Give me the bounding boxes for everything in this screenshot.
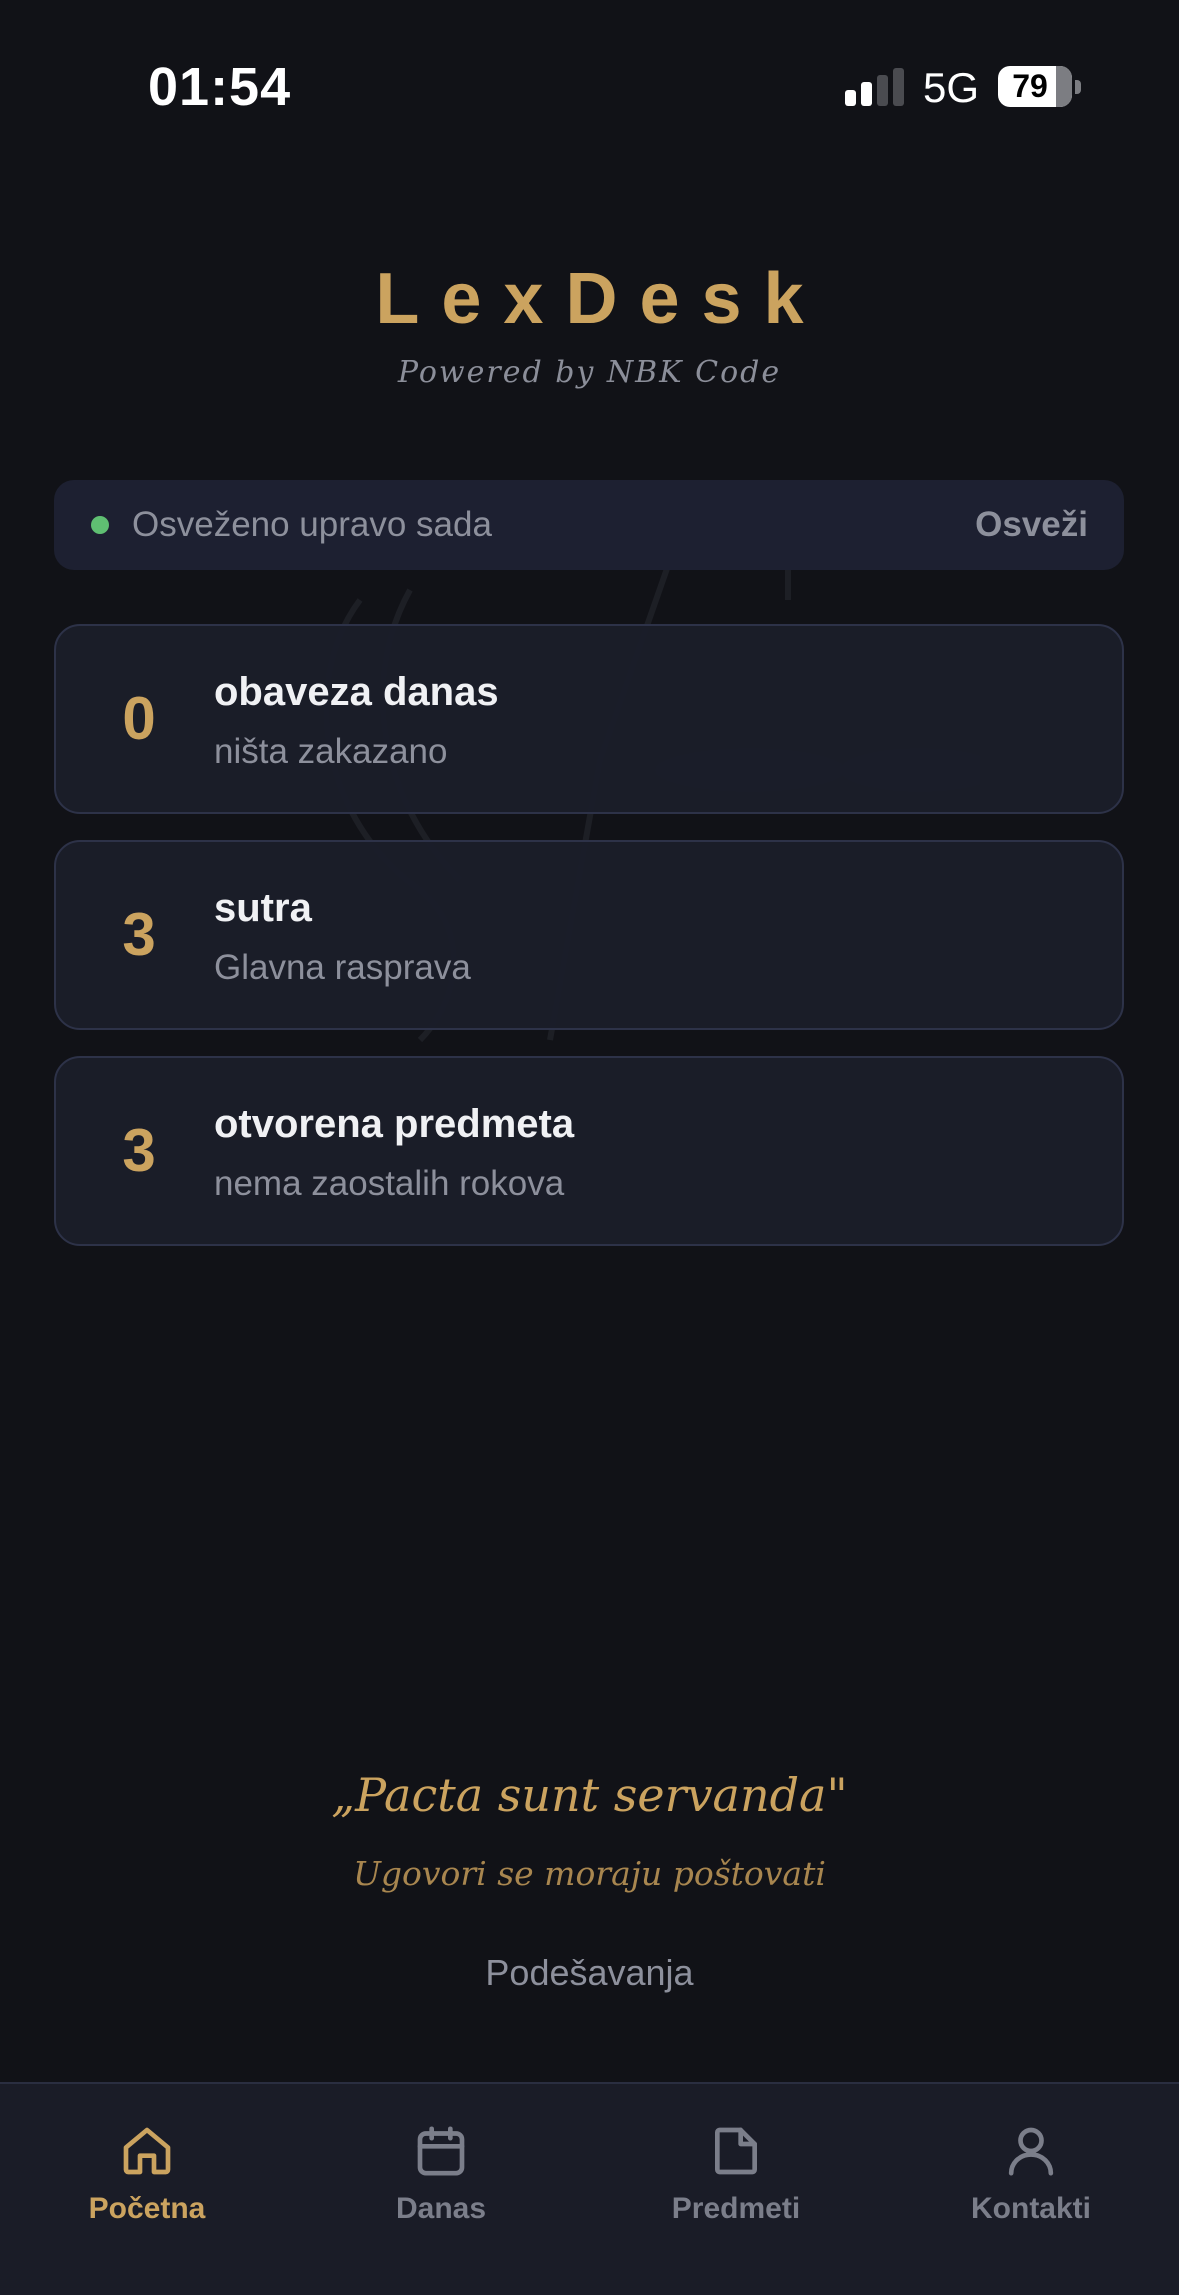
nav-tab-danas[interactable]: Danas — [294, 2084, 588, 2244]
battery-tip — [1075, 80, 1081, 94]
person-icon — [1008, 2127, 1054, 2176]
nav-tab-kontakti[interactable]: Kontakti — [884, 2084, 1178, 2244]
latin-quote: „Pacta sunt servanda" — [331, 1768, 848, 1822]
open-cases-card[interactable]: 3 otvorena predmeta nema zaostalih rokov… — [54, 1056, 1124, 1246]
card-subtitle: nema zaostalih rokova — [214, 1164, 565, 1203]
tomorrow-card[interactable]: 3 sutra Glavna rasprava — [54, 840, 1124, 1030]
card-title: otvorena predmeta — [214, 1102, 575, 1146]
status-time: 01:54 — [148, 57, 292, 117]
nav-label: Kontakti — [971, 2192, 1091, 2225]
card-title: sutra — [214, 886, 312, 930]
nav-label: Početna — [88, 2192, 206, 2225]
app-subtitle: Powered by NBK Code — [397, 355, 782, 390]
document-icon — [715, 2127, 757, 2175]
nav-label: Predmeti — [671, 2192, 801, 2225]
battery-level: 79 — [1012, 68, 1048, 104]
bottom-navigation: Početna Danas Predmeti Kontakti — [0, 2082, 1179, 2295]
calendar-icon — [417, 2126, 465, 2176]
app-title: LexDesk — [375, 259, 826, 339]
refresh-button[interactable]: Osveži — [975, 480, 1088, 570]
today-obligations-card[interactable]: 0 obaveza danas ništa zakazano — [54, 624, 1124, 814]
home-icon — [123, 2127, 171, 2175]
status-dot-icon — [91, 516, 109, 534]
settings-link[interactable]: Podešavanja — [0, 1952, 1179, 1994]
card-count: 3 — [122, 901, 156, 968]
nav-label: Danas — [395, 2192, 487, 2225]
card-subtitle: Glavna rasprava — [214, 948, 471, 987]
refresh-status: Osveženo upravo sada — [132, 505, 492, 544]
card-subtitle: ništa zakazano — [214, 732, 448, 771]
nav-tab-pocetna[interactable]: Početna — [0, 2084, 294, 2244]
status-bar: 01:54 5G 79 — [0, 0, 1179, 175]
card-title: obaveza danas — [214, 670, 499, 714]
network-type: 5G — [923, 64, 980, 111]
signal-strength-icon — [845, 68, 905, 106]
refresh-bar: Osveženo upravo sada Osveži — [54, 480, 1124, 570]
nav-tab-predmeti[interactable]: Predmeti — [589, 2084, 883, 2244]
card-count: 0 — [122, 685, 156, 752]
quote-translation: Ugovori se moraju poštovati — [353, 1854, 826, 1893]
card-count: 3 — [122, 1117, 156, 1184]
battery-icon: 79 — [998, 66, 1072, 107]
